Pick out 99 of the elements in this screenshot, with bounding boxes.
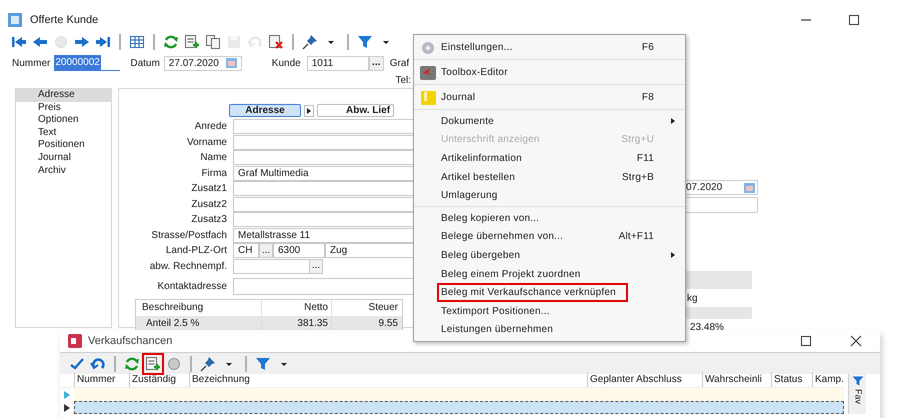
disc-icon (421, 40, 435, 54)
menu-item[interactable]: Artikelinformation F11 (415, 149, 684, 168)
navigation-item[interactable]: Preis (16, 102, 111, 114)
close-icon[interactable] (850, 335, 862, 347)
app-icon (8, 13, 22, 27)
maximize-icon[interactable] (848, 14, 860, 26)
navigation-item[interactable]: Archiv (16, 164, 111, 178)
unit-label: kg (687, 292, 698, 306)
menu-item[interactable]: Beleg übergeben (415, 246, 684, 265)
column-header: Zuständig (129, 372, 189, 387)
text-field[interactable]: Metallstrasse 11 (233, 228, 413, 243)
menu-item[interactable]: Artikel bestellen Strg+B (415, 168, 684, 186)
menu-item[interactable]: Beleg einem Projekt zuordnen (415, 264, 684, 284)
column-header: Geplanter Abschluss (587, 372, 702, 387)
window-title: Verkaufschancen (88, 334, 172, 349)
play-icon[interactable] (304, 104, 314, 116)
refresh-icon[interactable] (162, 33, 180, 51)
maximize-icon[interactable] (800, 335, 812, 347)
browse-button[interactable]: ... (368, 56, 384, 70)
field-label: abw. Rechnempf. (148, 260, 228, 274)
field-label: Nummer (12, 56, 50, 70)
menu-item[interactable]: Textimport Positionen... (415, 302, 684, 321)
percent-label: 23.48% (690, 320, 724, 334)
text-field[interactable]: Graf Multimedia (233, 166, 413, 181)
copy-icon[interactable] (204, 33, 222, 51)
text-field[interactable] (233, 196, 413, 212)
app-icon (68, 334, 82, 348)
menu-item[interactable]: Belege übernehmen von... Alt+F11 (415, 228, 684, 246)
zip-field[interactable]: 6300 (273, 243, 325, 258)
column-header: Bezeichnung (189, 372, 587, 387)
browse-button[interactable]: ... (309, 258, 323, 274)
field-label: Kunde (272, 56, 301, 70)
column-header: Wahrscheinli (702, 372, 771, 387)
delete-icon[interactable] (267, 33, 285, 51)
menu-item[interactable]: Beleg mit Verkaufschance verknüpfen (415, 283, 684, 302)
submenu-arrow-icon (670, 251, 676, 260)
browse-button[interactable]: ... (259, 243, 273, 258)
field-label: Strasse/Postfach (150, 228, 228, 243)
navigation-item[interactable]: Text (16, 126, 111, 140)
column-header: Beschreibung (141, 301, 204, 315)
text-field[interactable] (686, 197, 758, 213)
column-header: Status (771, 372, 812, 387)
text-field[interactable] (233, 212, 413, 228)
menu-item[interactable]: Beleg kopieren von... (415, 208, 684, 228)
field-label: Vorname (186, 136, 228, 150)
pin-icon[interactable] (199, 354, 217, 372)
new-record-icon[interactable] (183, 33, 201, 51)
country-field[interactable]: CH (233, 243, 259, 258)
side-panel-tab[interactable]: Fav (848, 374, 866, 414)
table-row-background (686, 271, 752, 289)
field-label: Zusatz3 (190, 213, 228, 228)
table-row-background (686, 307, 752, 319)
text-field[interactable] (233, 181, 413, 196)
recipient-field[interactable] (233, 258, 309, 274)
refresh-icon[interactable] (123, 354, 141, 372)
date-field[interactable]: 27.07.2020 (164, 56, 242, 70)
menu-item[interactable]: Einstellungen... F6 (415, 37, 684, 58)
contact-field[interactable] (233, 278, 413, 296)
table-cell-text: Anteil 2.5 % (145, 317, 200, 331)
navigation-item[interactable]: Positionen (16, 139, 111, 152)
field-label: Name (199, 151, 228, 166)
filter-icon[interactable] (356, 33, 374, 51)
pin-icon[interactable] (301, 33, 319, 51)
menu-item[interactable]: Umlagerung (415, 186, 684, 205)
field-label: Zusatz2 (190, 198, 228, 212)
navigation-item[interactable]: Optionen (16, 114, 111, 127)
field-label: Firma (200, 166, 228, 181)
phone-label: Tel: (395, 74, 411, 86)
text-field[interactable] (233, 119, 413, 134)
column-header: Netto (261, 300, 331, 315)
navigation-item[interactable]: Journal (16, 152, 111, 165)
text-field[interactable] (233, 134, 413, 150)
column-header: Steuer (331, 300, 401, 315)
date-field[interactable]: 07.2020 (686, 180, 758, 195)
menu-item[interactable]: Dokumente (415, 112, 684, 131)
field-label: Land-PLZ-Ort (164, 244, 228, 258)
city-field[interactable]: Zug (325, 243, 413, 258)
text-field[interactable] (233, 150, 413, 166)
address-tab[interactable]: Abw. Lief (317, 104, 394, 117)
address-tab[interactable]: Adresse (229, 104, 301, 117)
field-label: Kontaktadresse (156, 280, 228, 294)
new-record-icon[interactable] (144, 354, 162, 372)
toolbox-icon (420, 66, 436, 80)
navigation-item[interactable]: Adresse (16, 89, 111, 102)
customer-name: Graf (390, 56, 410, 70)
window-title: Offerte Kunde (30, 12, 98, 28)
field-label: Zusatz1 (190, 182, 228, 196)
customer-field[interactable]: 1011 (306, 56, 369, 70)
column-header: Kamp. (812, 372, 844, 387)
menu-item[interactable]: Toolbox-Editor (415, 62, 684, 83)
table-icon[interactable] (128, 33, 146, 51)
menu-item[interactable]: Leistungen übernehmen (415, 320, 684, 340)
column-header: Nummer (74, 372, 129, 387)
submenu-arrow-icon (670, 117, 676, 126)
table-row[interactable] (74, 401, 844, 414)
field-label: Datum (130, 56, 160, 70)
menu-item[interactable]: Journal F8 (415, 87, 684, 108)
folder-icon (420, 90, 436, 104)
field-label: Anrede (194, 120, 228, 134)
